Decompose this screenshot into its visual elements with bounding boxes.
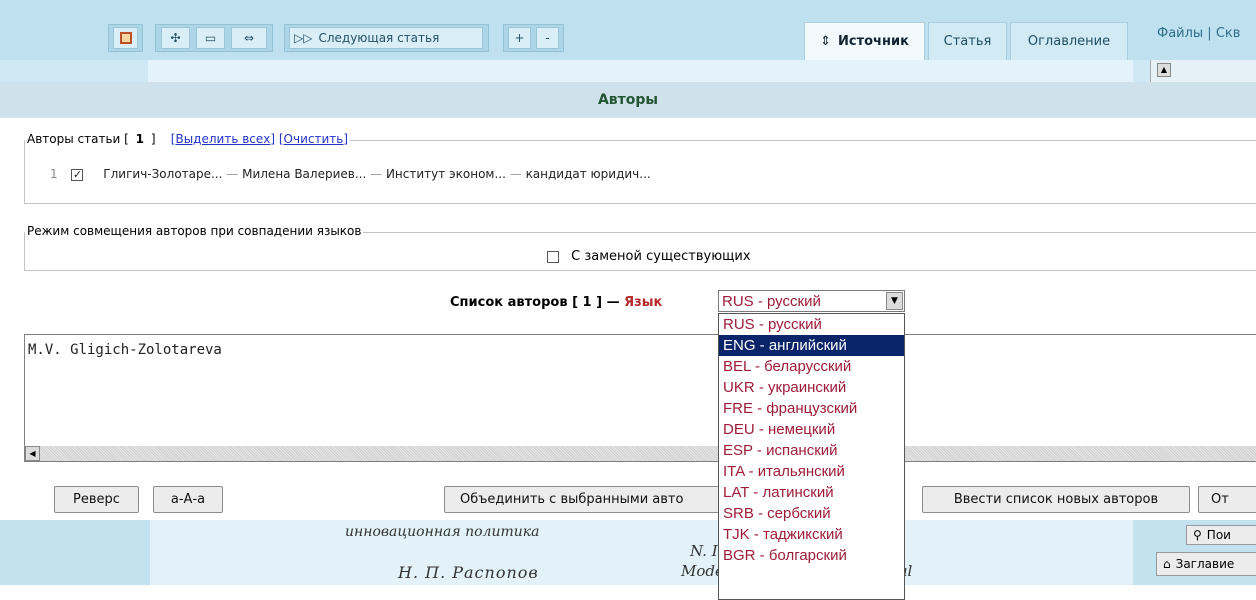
enter-new-authors-button[interactable]: Ввести список новых авторов	[922, 486, 1190, 513]
author-degree: кандидат юридич...	[525, 167, 651, 181]
section-title: Авторы	[0, 82, 1256, 118]
language-dropdown-list[interactable]: RUS - русский ENG - английский BEL - бел…	[718, 313, 905, 600]
zoom-out-button[interactable]: -	[536, 27, 559, 49]
preview-line-1: инновационная политика	[345, 524, 540, 540]
width-button[interactable]: ⇔	[231, 27, 267, 49]
authors-legend-prefix: Авторы статьи [	[27, 132, 129, 146]
top-toolbar: ✣ ▭ ⇔ ▷▷ Следующая статья + - ⇕ Источник…	[0, 0, 1256, 82]
language-option[interactable]: RUS - русский	[719, 314, 904, 335]
language-option[interactable]: UKR - украинский	[719, 377, 904, 398]
horizontal-arrows-icon: ⇔	[243, 31, 255, 45]
title-button[interactable]: ⌂ Заглавие	[1156, 552, 1256, 576]
author-row: 1 ✓ Глигич-Золотаре... — Милена Валериев…	[50, 167, 651, 181]
list-title-prefix: Список авторов [	[450, 295, 579, 310]
author-checkbox[interactable]: ✓	[71, 168, 84, 181]
other-button[interactable]: От	[1198, 486, 1256, 513]
fast-forward-icon: ▷▷	[294, 31, 313, 45]
language-option[interactable]: DEU - немецкий	[719, 419, 904, 440]
minus-icon: ▭	[204, 31, 217, 45]
reverse-button[interactable]: Реверс	[54, 486, 139, 513]
author-name: Милена Валериев...	[242, 167, 367, 181]
collapse-button[interactable]: ▭	[196, 27, 225, 49]
tab-article[interactable]: Статья	[928, 22, 1007, 60]
zoom-in-button[interactable]: +	[508, 27, 531, 49]
authors-textarea[interactable]: M.V. Gligich-Zolotareva	[24, 334, 1256, 462]
horizontal-scrollbar[interactable]: ◀	[25, 446, 1256, 461]
search-icon: ⚲	[1193, 528, 1202, 542]
top-links[interactable]: Файлы | Скв	[1157, 26, 1240, 41]
tab-article-label: Статья	[943, 34, 992, 49]
authors-count: 1	[135, 132, 145, 146]
language-option[interactable]: BEL - беларусский	[719, 356, 904, 377]
language-option[interactable]: ESP - испанский	[719, 440, 904, 461]
tab-contents-label: Оглавление	[1027, 34, 1111, 49]
clear-link[interactable]: [Очистить]	[279, 132, 348, 146]
next-article-button[interactable]: ▷▷ Следующая статья	[289, 27, 483, 49]
replace-label: С заменой существующих	[571, 249, 751, 264]
case-button[interactable]: а-А-а	[153, 486, 223, 513]
next-article-label: Следующая статья	[318, 31, 440, 45]
language-option[interactable]: LAT - латинский	[719, 482, 904, 503]
replace-option[interactable]: С заменой существующих	[547, 249, 751, 264]
language-select-value: RUS - русский	[722, 293, 821, 310]
replace-checkbox[interactable]	[547, 250, 559, 263]
language-option[interactable]: ITA - итальянский	[719, 461, 904, 482]
language-option[interactable]: TJK - таджикский	[719, 524, 904, 545]
tab-source-label: Источник	[838, 34, 909, 49]
language-option[interactable]: FRE - французский	[719, 398, 904, 419]
separator: —	[370, 167, 383, 181]
authors-legend-suffix: ]	[150, 132, 156, 146]
author-list-title: Список авторов [ 1 ] — Язык	[450, 295, 662, 310]
title-label: Заглавие	[1175, 557, 1235, 571]
save-button[interactable]	[113, 27, 138, 49]
preview-page	[150, 520, 1133, 585]
language-label: Язык	[624, 295, 663, 310]
tag-icon: ⌂	[1163, 557, 1171, 571]
language-select[interactable]: RUS - русский ▼	[718, 290, 905, 312]
author-row-number: 1	[50, 167, 58, 181]
language-option[interactable]: BGR - болгарский	[719, 545, 904, 566]
article-preview: инновационная политика N. I Н. П. Распоп…	[0, 520, 1256, 585]
preview-line-2: N. I	[690, 542, 718, 560]
search-button[interactable]: ⚲ Пои	[1186, 525, 1256, 545]
authors-textarea-text: M.V. Gligich-Zolotareva	[28, 342, 222, 358]
language-option[interactable]: SRB - сербский	[719, 503, 904, 524]
sort-icon: ⇕	[820, 34, 831, 49]
author-org: Институт эконом...	[385, 167, 506, 181]
select-all-link[interactable]: [Выделить всех]	[171, 132, 275, 146]
author-surname: Глигич-Золотаре...	[103, 167, 223, 181]
tab-contents[interactable]: Оглавление	[1010, 22, 1128, 60]
separator: —	[226, 167, 239, 181]
list-count: 1	[582, 295, 592, 310]
chevron-down-icon[interactable]: ▼	[886, 292, 903, 310]
authors-legend: Авторы статьи [ 1 ] [Выделить всех] [Очи…	[25, 132, 351, 146]
search-label: Пои	[1206, 528, 1231, 542]
merge-selected-button[interactable]: Объединить с выбранными авто	[444, 486, 720, 513]
tab-source[interactable]: ⇕ Источник	[804, 22, 925, 60]
floppy-disk-icon	[119, 32, 132, 44]
language-option-highlighted[interactable]: ENG - английский	[719, 335, 904, 356]
separator: —	[509, 167, 522, 181]
merge-mode-legend: Режим совмещения авторов при совпадении …	[25, 224, 364, 238]
list-title-suffix: ] —	[596, 295, 620, 310]
expand-button[interactable]: ✣	[161, 27, 190, 49]
scroll-up-icon[interactable]: ▲	[1157, 63, 1171, 77]
scroll-left-icon[interactable]: ◀	[25, 446, 40, 461]
preview-line-3: Н. П. Распопов	[398, 563, 539, 582]
move-cross-icon: ✣	[170, 31, 181, 45]
toolbar-lower-stripe	[0, 60, 1256, 82]
